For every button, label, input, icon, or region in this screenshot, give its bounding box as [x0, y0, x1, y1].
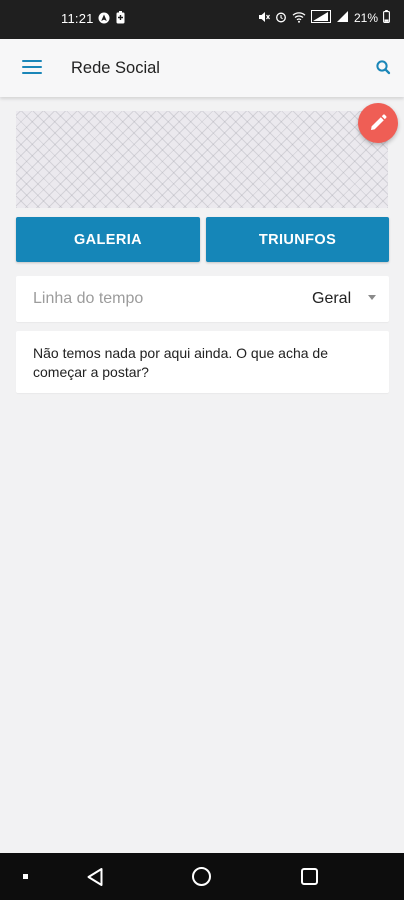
cover-image	[16, 111, 388, 208]
timeline-selected-value: Geral	[312, 290, 352, 307]
wifi-icon	[292, 11, 306, 26]
alarm-icon	[275, 11, 287, 26]
empty-state-message: Não temos nada por aqui ainda. O que ach…	[33, 345, 328, 380]
timeline-select[interactable]: Geral	[306, 289, 386, 311]
mute-icon	[258, 11, 270, 26]
search-icon[interactable]	[372, 56, 396, 80]
app-bar: Rede Social	[0, 39, 404, 97]
dropdown-arrow-icon	[368, 295, 376, 300]
hamburger-menu-icon[interactable]	[14, 53, 50, 83]
system-nav-bar	[0, 853, 404, 900]
status-bar: 11:21 21%	[0, 0, 404, 39]
timeline-label: Linha do tempo	[33, 290, 144, 307]
empty-state-card: Não temos nada por aqui ainda. O que ach…	[16, 331, 389, 393]
battery-percent: 21%	[353, 11, 378, 25]
pencil-icon	[371, 114, 387, 130]
triumphs-button[interactable]: TRIUNFOS	[206, 217, 389, 262]
signal-icon	[336, 10, 349, 26]
battery-saver-icon	[116, 11, 125, 29]
edit-cover-button[interactable]	[358, 103, 398, 143]
timeline-filter-card: Linha do tempo Geral	[16, 276, 389, 322]
battery-icon	[383, 10, 390, 26]
back-icon[interactable]	[86, 867, 104, 892]
recents-icon[interactable]	[301, 868, 318, 885]
page-title: Rede Social	[71, 59, 160, 77]
navigation-icon	[98, 11, 110, 29]
status-time: 11:21	[61, 11, 94, 26]
signal-icon	[310, 10, 331, 26]
gallery-button[interactable]: GALERIA	[16, 217, 200, 262]
nav-indicator	[23, 874, 28, 879]
home-icon[interactable]	[192, 867, 211, 886]
